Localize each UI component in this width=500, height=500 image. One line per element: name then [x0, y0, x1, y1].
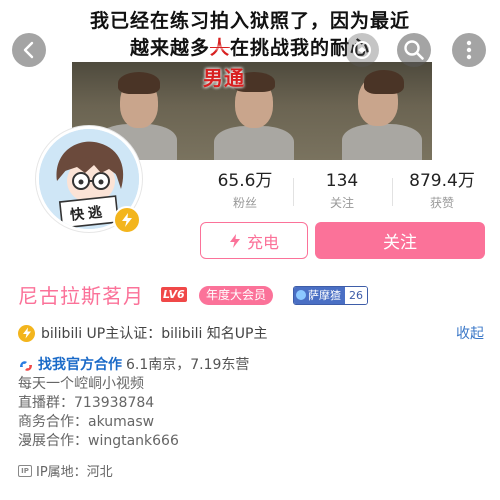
bio-line: 漫展合作：wingtank666: [18, 433, 179, 449]
vip-badge[interactable]: 年度大会员: [199, 286, 274, 305]
bio-coop-line: 找我官方合作 6.1南京，7.19东营: [18, 356, 249, 375]
bio-line: 每天一个崆峒小视频: [18, 376, 144, 392]
avatar-sign-text: 快逃: [69, 204, 107, 224]
stat-following[interactable]: 134 关注: [292, 170, 392, 212]
more-button[interactable]: [452, 33, 486, 67]
banner-panel-right: [312, 62, 432, 160]
auth-row: bilibili UP主认证：bilibili 知名UP主: [18, 323, 268, 343]
fan-medal[interactable]: 萨摩猹 26: [293, 286, 368, 305]
charge-label: 充电: [246, 232, 279, 252]
coop-rest: 6.1南京，7.19东营: [126, 357, 250, 373]
circle-action-icon: [353, 41, 371, 59]
lightning-badge-icon: [113, 206, 141, 234]
collapse-link[interactable]: 收起: [456, 323, 484, 343]
caption-line-1: 我已经在练习拍入狱照了，因为最近: [89, 10, 410, 32]
back-arrow-icon: [23, 41, 34, 59]
stat-value: 65.6万: [217, 171, 273, 191]
stat-value: 879.4万: [409, 171, 475, 191]
stat-label: 关注: [329, 196, 354, 210]
auth-text: bilibili UP主认证：bilibili 知名UP主: [41, 326, 268, 342]
charge-button[interactable]: 充电: [200, 222, 308, 259]
cooperation-icon: [18, 359, 34, 373]
search-icon: [404, 40, 424, 60]
bio-line: 商务合作：akumasw: [18, 414, 155, 430]
caption-red-text: 男通: [203, 66, 245, 90]
profile-stats: 65.6万 粉丝 134 关注 879.4万 获赞: [195, 170, 495, 214]
ip-location: IP IP属地：河北: [18, 461, 113, 480]
ip-icon: IP: [18, 464, 32, 477]
bio: 找我官方合作 6.1南京，7.19东营 每天一个崆峒小视频 直播群：713938…: [18, 356, 249, 451]
more-vertical-icon: [466, 40, 472, 60]
medal-icon: [296, 290, 306, 300]
ip-label: IP属地：河北: [36, 465, 113, 480]
stat-value: 134: [325, 171, 359, 191]
stat-label: 粉丝: [232, 196, 257, 210]
follow-button[interactable]: 关注: [315, 222, 485, 259]
bio-line: 直播群：713938784: [18, 395, 155, 411]
stat-followers[interactable]: 65.6万 粉丝: [195, 170, 295, 212]
back-button[interactable]: [12, 33, 46, 67]
stat-likes[interactable]: 879.4万 获赞: [392, 170, 492, 212]
username: 尼古拉斯茗月: [18, 284, 144, 308]
follow-label: 关注: [383, 233, 417, 253]
lightning-badge-icon: [18, 324, 35, 342]
lightning-icon: [229, 233, 240, 248]
level-badge: LV6: [161, 287, 187, 302]
search-button[interactable]: [397, 33, 431, 67]
medal-name: 萨摩猹: [308, 289, 341, 302]
stat-label: 获赞: [429, 196, 454, 210]
coop-link[interactable]: 找我官方合作: [38, 356, 122, 375]
banner-action-button[interactable]: [345, 33, 379, 67]
medal-level: 26: [345, 287, 367, 304]
